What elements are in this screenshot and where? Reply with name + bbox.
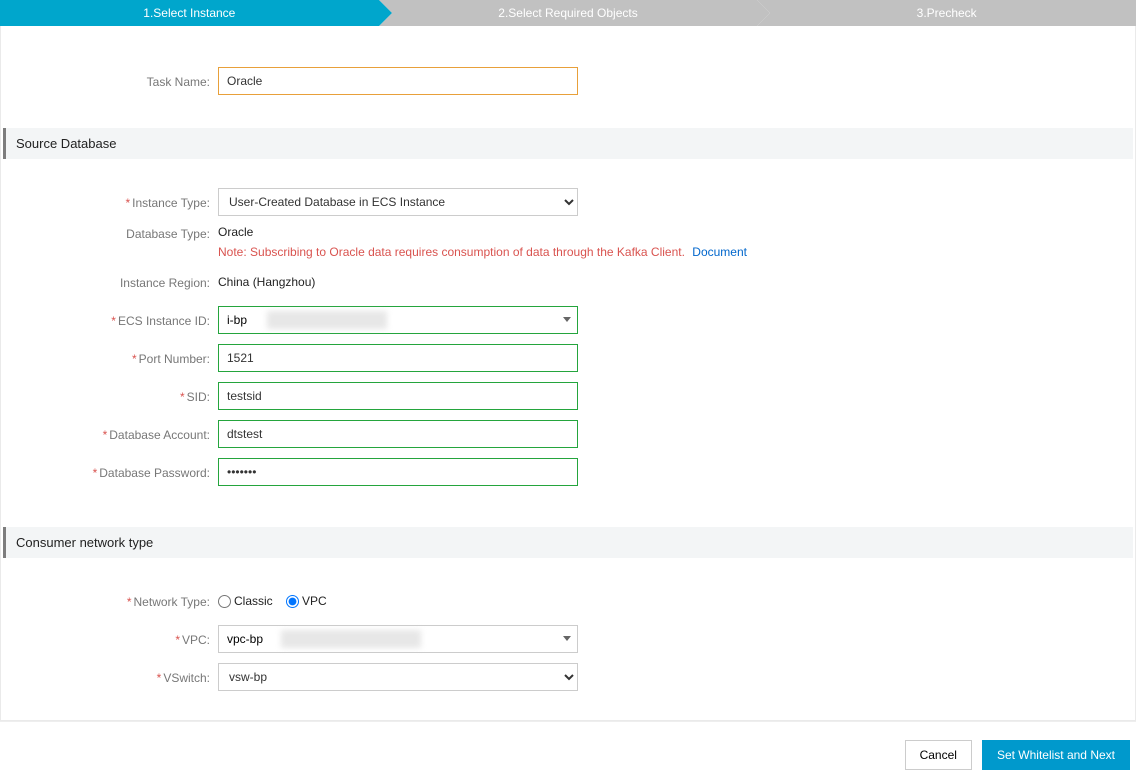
instance-type-select[interactable]: User-Created Database in ECS Instance bbox=[218, 188, 578, 216]
cancel-button[interactable]: Cancel bbox=[905, 740, 972, 770]
network-type-label: Network Type: bbox=[134, 595, 210, 609]
vpc-label: VPC: bbox=[182, 633, 210, 647]
row-instance-type: *Instance Type: User-Created Database in… bbox=[1, 183, 1135, 221]
row-ecs-instance-id: *ECS Instance ID: bbox=[1, 301, 1135, 339]
row-vpc: *VPC: bbox=[1, 620, 1135, 658]
section-consumer-network: Consumer network type bbox=[3, 527, 1133, 558]
database-password-label: Database Password: bbox=[99, 466, 210, 480]
task-name-label: Task Name: bbox=[1, 73, 216, 89]
set-whitelist-next-button[interactable]: Set Whitelist and Next bbox=[982, 740, 1130, 770]
document-link[interactable]: Document bbox=[692, 245, 747, 259]
ecs-instance-id-combo[interactable] bbox=[218, 306, 578, 334]
row-sid: *SID: bbox=[1, 377, 1135, 415]
instance-region-value: China (Hangzhou) bbox=[218, 275, 315, 289]
row-task-name: Task Name: bbox=[1, 62, 1135, 100]
network-type-classic[interactable]: Classic bbox=[218, 594, 273, 608]
database-account-input[interactable] bbox=[218, 420, 578, 448]
port-number-label: Port Number: bbox=[139, 352, 210, 366]
instance-region-label: Instance Region: bbox=[1, 274, 216, 290]
vswitch-select[interactable]: vsw-bp bbox=[218, 663, 578, 691]
row-vswitch: *VSwitch: vsw-bp bbox=[1, 658, 1135, 696]
network-type-vpc[interactable]: VPC bbox=[286, 594, 327, 608]
database-account-label: Database Account: bbox=[109, 428, 210, 442]
row-instance-region: Instance Region: China (Hangzhou) bbox=[1, 263, 1135, 301]
ecs-instance-id-label: ECS Instance ID: bbox=[118, 314, 210, 328]
task-name-input[interactable] bbox=[218, 67, 578, 95]
vpc-combo[interactable] bbox=[218, 625, 578, 653]
row-port-number: *Port Number: bbox=[1, 339, 1135, 377]
vswitch-label: VSwitch: bbox=[163, 671, 210, 685]
database-type-value: Oracle bbox=[218, 225, 1135, 239]
row-network-type: *Network Type: Classic VPC bbox=[1, 582, 1135, 620]
row-database-account: *Database Account: bbox=[1, 415, 1135, 453]
step-select-instance[interactable]: 1.Select Instance bbox=[0, 0, 379, 26]
chevron-down-icon bbox=[563, 636, 571, 641]
footer-actions: Cancel Set Whitelist and Next bbox=[0, 721, 1136, 778]
database-type-label: Database Type: bbox=[1, 225, 216, 241]
sid-label: SID: bbox=[187, 390, 210, 404]
database-type-note: Note: Subscribing to Oracle data require… bbox=[218, 245, 1135, 259]
instance-type-label: Instance Type: bbox=[132, 196, 210, 210]
wizard-steps: 1.Select Instance 2.Select Required Obje… bbox=[0, 0, 1136, 26]
chevron-down-icon bbox=[563, 317, 571, 322]
row-database-password: *Database Password: bbox=[1, 453, 1135, 491]
sid-input[interactable] bbox=[218, 382, 578, 410]
step-precheck[interactable]: 3.Precheck bbox=[757, 0, 1136, 26]
row-database-type: Database Type: Oracle Note: Subscribing … bbox=[1, 221, 1135, 263]
port-number-input[interactable] bbox=[218, 344, 578, 372]
database-password-input[interactable] bbox=[218, 458, 578, 486]
step-select-objects[interactable]: 2.Select Required Objects bbox=[379, 0, 758, 26]
section-source-database: Source Database bbox=[3, 128, 1133, 159]
